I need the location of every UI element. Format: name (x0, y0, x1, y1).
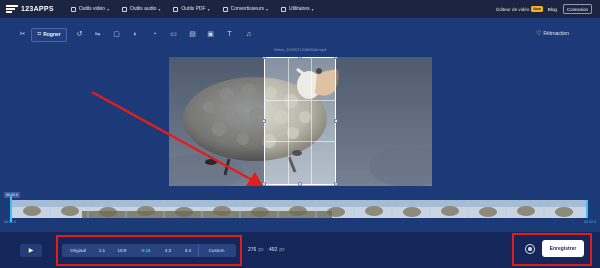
ratio-custom[interactable]: Custom (198, 244, 234, 257)
nav-item-label: Outils vidéo (78, 6, 105, 12)
rotate-icon[interactable]: ↺ (75, 30, 84, 39)
play-icon: ▶ (28, 248, 34, 254)
crop-frame[interactable] (264, 57, 336, 185)
crop-height-value[interactable]: 492 (269, 247, 277, 253)
crop-handle-right[interactable] (334, 119, 338, 123)
top-right-actions: Éditeur de vidéo New Blog Connexion (496, 0, 592, 18)
ratio-9-16[interactable]: 9:16 (134, 244, 158, 257)
logo-icon (6, 5, 18, 13)
aspect-ratio-selector: Original 1:1 16:9 9:16 4:3 3:4 Custom (62, 244, 236, 257)
timeline-strip[interactable] (10, 200, 588, 218)
chevron-down-icon: ▾ (158, 6, 161, 12)
nav-item-label: Convertisseurs (230, 6, 264, 12)
ratio-3-4[interactable]: 3:4 (178, 244, 198, 257)
crop-handle-bottom-right[interactable] (334, 182, 338, 186)
current-time-badge: 00:00.0 (4, 192, 20, 198)
crop-tool-button[interactable]: ⌗ Rogner (31, 28, 67, 42)
crop-grid-line (265, 141, 335, 142)
ratio-original[interactable]: Original (62, 244, 94, 257)
feedback-label: Rétroaction (543, 30, 569, 37)
filter-icon[interactable]: ◐ (131, 30, 140, 39)
new-badge: New (531, 6, 543, 12)
login-button[interactable]: Connexion (563, 4, 592, 14)
text-icon[interactable]: ▤ (188, 30, 197, 39)
chevron-down-icon: ▾ (106, 6, 109, 12)
height-unit: px (279, 247, 285, 253)
chevron-down-icon: ▾ (311, 6, 314, 12)
timeline-start-time: 00:00.0 (4, 220, 16, 224)
crop-handle-bottom-left[interactable] (262, 182, 266, 186)
chevron-down-icon: ▾ (207, 6, 210, 12)
video-icon (70, 6, 76, 12)
speed-icon[interactable]: ◔ (150, 30, 159, 39)
crop-mask-right (336, 57, 432, 186)
dimension-separator: : (266, 247, 269, 253)
save-button[interactable]: Enregistrer (542, 240, 584, 257)
logo[interactable]: 123APPS (6, 5, 54, 13)
audio-icon (121, 6, 127, 12)
editor-toolbar: ✂ ⌗ Rogner ↺ ⇋ ▢ ◐ ◔ ▭ ▤ ▣ T ♫ ♡ Rétroac… (0, 28, 600, 42)
aspect-ratio-highlight: Original 1:1 16:9 9:16 4:3 3:4 Custom (56, 235, 242, 266)
video-preview[interactable] (169, 57, 432, 186)
text-style-icon[interactable]: T (225, 30, 234, 39)
subtitle-icon[interactable]: ▭ (169, 30, 178, 39)
pdf-icon (173, 6, 179, 12)
ratio-1-1[interactable]: 1:1 (94, 244, 110, 257)
crop-dimensions: 276 px : 492 px (248, 247, 287, 253)
blog-link[interactable]: Blog (548, 7, 557, 12)
video-editor-label: Éditeur de vidéo (496, 6, 530, 12)
video-editor-link[interactable]: Éditeur de vidéo New (496, 6, 543, 12)
crop-mask-left (169, 57, 264, 186)
nav-item-audio-tools[interactable]: Outils audio ▾ (121, 6, 161, 12)
flip-icon[interactable]: ⇋ (93, 30, 102, 39)
timeline-playhead[interactable] (10, 196, 12, 222)
save-highlight: Enregistrer (512, 233, 592, 266)
crop-handle-bottom[interactable] (298, 182, 302, 186)
image-icon[interactable]: ▣ (206, 30, 215, 39)
crop-handle-left[interactable] (262, 119, 266, 123)
crop-icon: ⌗ (37, 31, 42, 38)
timeline-thumbnails (12, 200, 586, 218)
ratio-16-9[interactable]: 16:9 (110, 244, 134, 257)
top-navigation-bar: 123APPS Outils vidéo ▾ Outils audio ▾ Ou… (0, 0, 600, 18)
width-unit: px (258, 247, 264, 253)
crop-grid-line (288, 58, 289, 184)
chevron-down-icon: ▾ (265, 6, 268, 12)
main-nav: Outils vidéo ▾ Outils audio ▾ Outils PDF… (70, 6, 327, 12)
file-name: Video_20230712155016.mp4 (273, 47, 327, 52)
crop-tool-label: Rogner (43, 32, 61, 38)
crop-grid-line (265, 99, 335, 101)
audio-icon[interactable]: ♫ (244, 30, 253, 39)
heart-icon: ♡ (536, 31, 542, 37)
utilities-icon (280, 6, 286, 12)
nav-item-video-tools[interactable]: Outils vidéo ▾ (70, 6, 109, 12)
crop-grid-line (311, 58, 312, 184)
crop-width-value[interactable]: 276 (248, 247, 256, 253)
nav-item-converters[interactable]: Convertisseurs ▾ (222, 6, 268, 12)
timeline-end-time: 00:22.5 (584, 220, 596, 224)
nav-item-label: Outils audio (129, 6, 157, 12)
nav-item-pdf-tools[interactable]: Outils PDF ▾ (173, 6, 210, 12)
nav-item-label: Utilitaires (288, 6, 310, 12)
feedback-button[interactable]: ♡ Rétroaction (536, 30, 569, 38)
nav-item-utilities[interactable]: Utilitaires ▾ (280, 6, 314, 12)
resize-icon[interactable]: ▢ (112, 30, 121, 39)
convert-icon (222, 6, 228, 12)
nav-item-label: Outils PDF (181, 6, 206, 12)
logo-text: 123APPS (21, 5, 54, 13)
settings-icon[interactable] (525, 244, 535, 254)
scissors-icon[interactable]: ✂ (18, 30, 27, 39)
ratio-4-3[interactable]: 4:3 (158, 244, 178, 257)
play-button[interactable]: ▶ (20, 244, 42, 257)
